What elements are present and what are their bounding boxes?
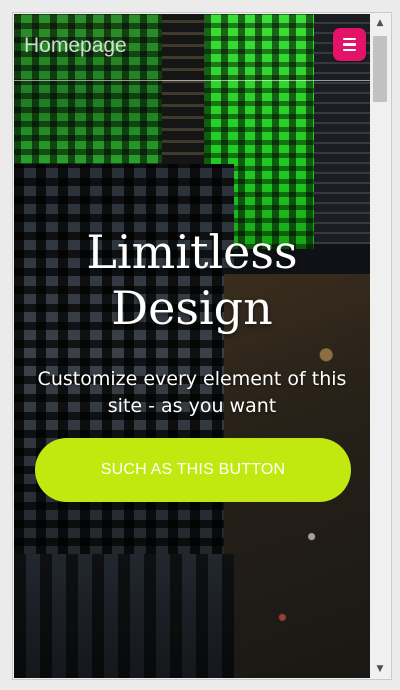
hero-title-line1: Limitless	[86, 225, 298, 279]
browser-frame: Homepage Limitless Design Customize ever…	[12, 12, 392, 680]
hamburger-menu-icon	[343, 37, 356, 41]
hamburger-menu-button[interactable]	[333, 28, 366, 61]
site-brand-link[interactable]: Homepage	[24, 34, 127, 58]
hero-title-line2: Design	[111, 281, 273, 335]
background-low-buildings	[14, 554, 234, 678]
scroll-down-arrow-icon[interactable]: ▼	[370, 660, 390, 678]
background-building-dark	[162, 14, 207, 179]
page-viewport: Homepage Limitless Design Customize ever…	[14, 14, 370, 678]
hero-subtitle: Customize every element of this site - a…	[37, 368, 347, 417]
cta-button[interactable]: SUCH AS THIS BUTTON	[35, 438, 351, 502]
scroll-up-arrow-icon[interactable]: ▲	[370, 14, 390, 32]
vertical-scrollbar[interactable]: ▲ ▼	[370, 14, 390, 678]
scrollbar-thumb[interactable]	[373, 36, 387, 102]
hero-title: Limitless Design	[14, 224, 370, 336]
hamburger-menu-icon-bar	[343, 48, 356, 52]
header-divider	[14, 80, 370, 81]
hamburger-menu-icon-bar	[343, 43, 356, 46]
